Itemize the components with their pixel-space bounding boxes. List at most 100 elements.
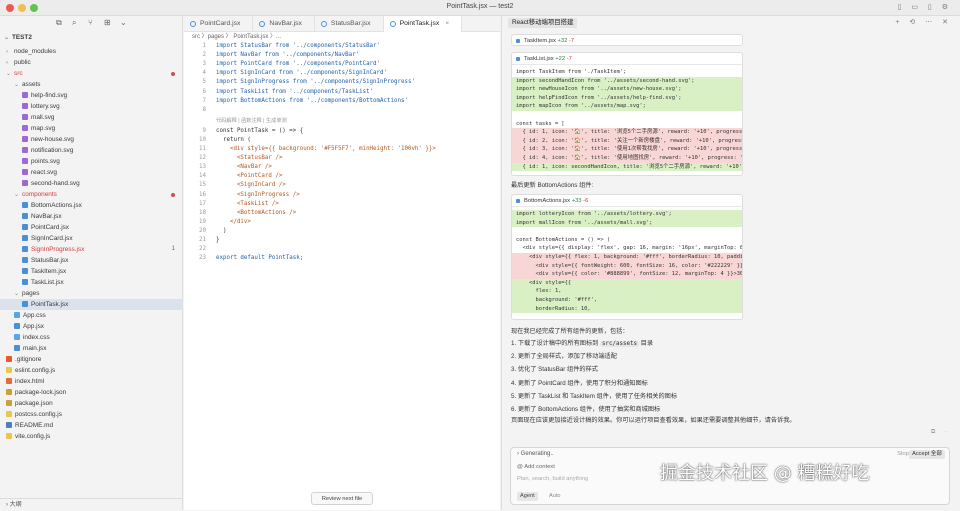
line-number: 16 — [199, 191, 206, 198]
tree-file[interactable]: lottery.svg — [0, 101, 183, 112]
tree-file[interactable]: second-hand.svg — [0, 178, 183, 189]
editor-tab[interactable]: PointCard.jsx — [184, 16, 254, 32]
tree-item-label: points.svg — [31, 158, 60, 165]
tree-item-label: PointTask.jsx — [31, 301, 69, 308]
chat-input-field[interactable]: Plan, search, build anything — [517, 476, 588, 482]
diff-added-line: import mapIcon from '../assets/map.svg'; — [512, 102, 742, 111]
diff-card-header[interactable]: TaskList.jsx +22 -7 — [512, 53, 742, 65]
diff-removed-count: -7 — [566, 56, 572, 62]
tree-file[interactable]: .gitignore — [0, 354, 183, 365]
diff-added-line: import mallIcon from '../assets/mall.svg… — [512, 218, 742, 228]
add-context-label: Add context — [524, 464, 555, 470]
tree-file[interactable]: package-lock.json — [0, 387, 183, 398]
summary-item: 2. 更新了全局样式，添加了移动端适配 — [511, 351, 617, 360]
diff-card-bottomactions[interactable]: BottomActions.jsx +33 -6 import lotteryI… — [511, 194, 743, 320]
editor-tab[interactable]: NavBar.jsx — [253, 16, 315, 32]
tree-file[interactable]: SignInProgress.jsx 1 — [0, 244, 183, 255]
tree-file[interactable]: mall.svg — [0, 112, 183, 123]
code-line: </div> — [216, 218, 251, 225]
outline-panel[interactable]: › 大纲 — [0, 498, 183, 510]
search-icon[interactable]: ⌕ — [72, 18, 76, 28]
tree-file[interactable]: PointCard.jsx — [0, 222, 183, 233]
code-area[interactable]: 1 import StatusBar from '../components/St… — [184, 43, 500, 261]
editor-tab[interactable]: StatusBar.jsx — [315, 16, 384, 32]
code-line: import SignInCard from '../components/Si… — [216, 70, 388, 77]
close-icon[interactable]: × — [445, 20, 449, 27]
diff-removed-line: <div style={{ flex: 1, background: '#fff… — [512, 252, 742, 262]
tree-item-label: BottomActions.jsx — [31, 202, 82, 209]
tree-file[interactable]: App.css — [0, 310, 183, 321]
tab-label: PointTask.jsx — [399, 20, 440, 27]
tree-file[interactable]: App.jsx — [0, 321, 183, 332]
tree-folder[interactable]: ⌄ pages — [0, 288, 183, 299]
extensions-icon[interactable]: ⊞ — [104, 18, 111, 27]
layout-icons[interactable]: ▯ ▭ ▯ ⚙ — [898, 3, 952, 11]
tree-file[interactable]: StatusBar.jsx — [0, 255, 183, 266]
tree-item-label: SignInProgress.jsx — [31, 246, 85, 253]
chat-tab[interactable]: React移动端项目搭建 — [508, 18, 578, 28]
tree-file[interactable]: new-house.svg — [0, 134, 183, 145]
files-icon[interactable]: ⧉ — [56, 18, 62, 28]
react-icon — [259, 21, 266, 27]
tree-file[interactable]: react.svg — [0, 167, 183, 178]
agent-mode-select[interactable]: Agent — [517, 492, 538, 501]
tree-file[interactable]: vite.config.js — [0, 431, 183, 442]
tree-item-label: package.json — [15, 400, 53, 407]
tree-file[interactable]: points.svg — [0, 156, 183, 167]
tree-file[interactable]: package.json — [0, 398, 183, 409]
source-control-icon[interactable]: ⑂ — [88, 18, 93, 27]
codelens-hint[interactable]: 代码解释 | 函数注释 | 生成单测 — [216, 117, 287, 124]
tree-file[interactable]: eslint.config.js — [0, 365, 183, 376]
code-line: <StatusBar /> — [216, 155, 283, 162]
diff-card-header[interactable]: BottomActions.jsx +33 -6 — [512, 195, 742, 207]
jsx-file-icon — [22, 279, 28, 285]
tree-file[interactable]: notification.svg — [0, 145, 183, 156]
tree-folder[interactable]: › node_modules — [0, 46, 183, 57]
diff-card-taskitem[interactable]: TaskItem.jsx +32 -7 — [511, 34, 743, 46]
tree-file[interactable]: TaskItem.jsx — [0, 266, 183, 277]
tree-item-label: help-find.svg — [31, 92, 68, 99]
diff-card-header[interactable]: TaskItem.jsx +32 -7 — [512, 35, 742, 45]
sidebar-toolbar: ⧉ ⌕ ⑂ ⊞ ⌄ — [0, 16, 182, 30]
line-number: 22 — [199, 246, 206, 253]
tree-file[interactable]: SignInCard.jsx — [0, 233, 183, 244]
tree-file[interactable]: BottomActions.jsx — [0, 200, 183, 211]
tree-file[interactable]: main.jsx — [0, 343, 183, 354]
tree-file[interactable]: TaskList.jsx — [0, 277, 183, 288]
code-line: <BottomActions /> — [216, 209, 297, 216]
tree-folder[interactable]: ⌄ src — [0, 68, 183, 79]
diff-removed-line: { id: 1, icon: '🏠', title: '浏览5个二手房源', r… — [512, 128, 742, 137]
html-file-icon — [6, 378, 12, 384]
message-actions[interactable]: ⧉ ⋯ — [931, 429, 952, 436]
tree-folder[interactable]: ⌄ components — [0, 189, 183, 200]
editor-tab[interactable]: PointTask.jsx × — [383, 16, 463, 32]
diff-added-count: +22 — [555, 56, 566, 62]
tree-item-label: pages — [22, 290, 40, 297]
line-number: 21 — [199, 237, 206, 243]
diff-card-tasklist[interactable]: TaskList.jsx +22 -7 import TaskItem from… — [511, 52, 743, 176]
tree-folder[interactable]: ⌄ assets — [0, 79, 183, 90]
tree-file[interactable]: postcss.config.js — [0, 409, 183, 420]
stop-button[interactable]: Stop — [897, 451, 909, 457]
tree-file[interactable]: index.html — [0, 376, 183, 387]
tree-file[interactable]: NavBar.jsx — [0, 211, 183, 222]
accept-all-button[interactable]: Accept 全部 — [909, 450, 945, 459]
tree-file[interactable]: PointTask.jsx — [0, 299, 183, 310]
model-select[interactable]: Auto — [549, 492, 561, 501]
breadcrumb[interactable]: src 〉pages 〉 PointTask.jsx 〉... — [184, 32, 500, 43]
diff-removed-count: -7 — [568, 38, 575, 44]
project-header[interactable]: ⌄ TEST2 — [0, 32, 183, 43]
svg-file-icon — [22, 92, 28, 98]
chevron-down-icon[interactable]: ⌄ — [120, 18, 127, 27]
tree-file[interactable]: index.css — [0, 332, 183, 343]
line-number: 11 — [199, 146, 206, 152]
chat-header-icons[interactable]: + ⟲ ⋯ ✕ — [895, 18, 952, 26]
tree-file[interactable]: help-find.svg — [0, 90, 183, 101]
tree-file[interactable]: README.md — [0, 420, 183, 431]
css-file-icon — [14, 312, 20, 318]
tree-file[interactable]: map.svg — [0, 123, 183, 134]
line-number: 15 — [199, 182, 206, 189]
tree-folder[interactable]: › public — [0, 57, 183, 68]
review-next-file-button[interactable]: Review next file — [311, 492, 373, 505]
add-context-button[interactable]: @ Add context — [517, 464, 555, 470]
